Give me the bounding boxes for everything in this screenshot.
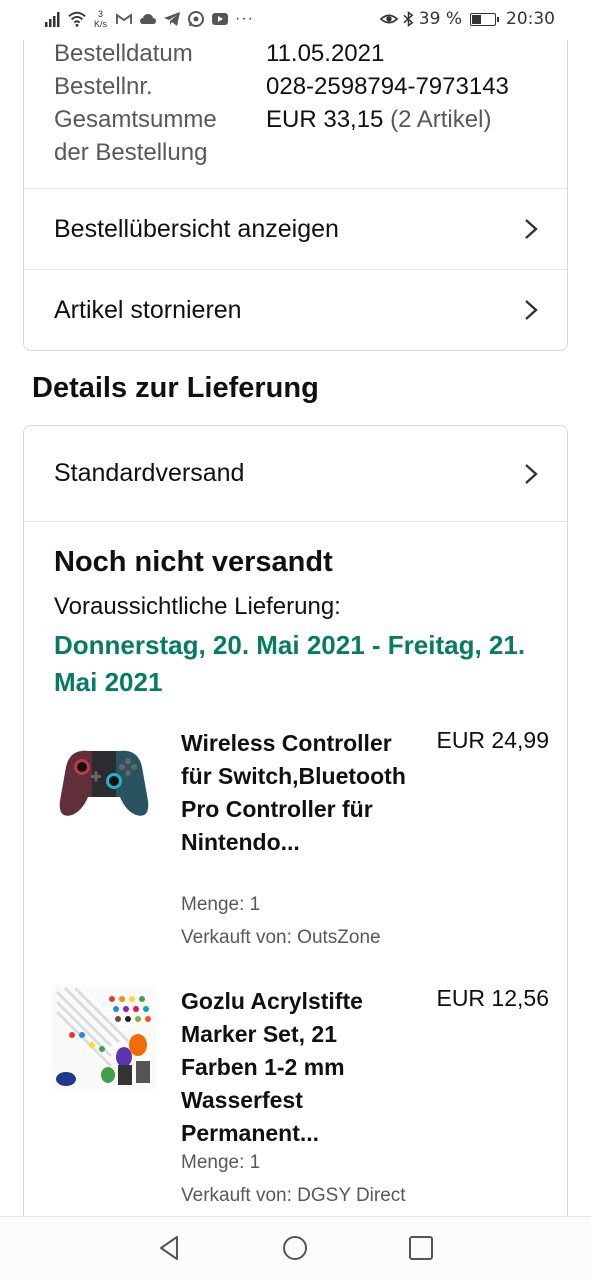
order-total-item-count: (2 Artikel) [390,106,492,133]
order-total-label-line2: der Bestellung [54,139,208,166]
order-date-row: Bestelldatum 11.05.2021 [54,37,509,70]
item-quantity: Menge: 1 [181,894,261,915]
recents-icon[interactable] [406,1233,436,1263]
chevron-right-icon [525,300,538,320]
telegram-icon [164,12,181,26]
status-bar-right: 39 % 20:30 [379,9,555,29]
item-quantity: Menge: 1 [181,1152,261,1173]
cloud-icon [140,14,157,24]
shipment-status: Noch nicht versandt [54,546,333,578]
net-speed-unit: K/s [94,19,108,29]
order-total-row: Gesamtsumme der Bestellung EUR 33,15 (2 … [54,103,509,169]
delivery-card: Standardversand Noch nicht versandt Vora… [23,425,568,1245]
order-number-row: Bestellnr. 028-2598794-7973143 [54,70,509,103]
status-bar-left: 3 K/s ··· [44,9,254,29]
clock: 20:30 [506,9,555,29]
chevron-right-icon [525,463,538,484]
net-speed-value: 3 [98,9,104,19]
eta-dates: Donnerstag, 20. Mai 2021 - Freitag, 21. … [54,630,526,697]
chevron-right-icon [525,219,538,239]
bluetooth-icon [403,11,414,27]
item-title-link[interactable]: Gozlu Acrylstifte Marker Set, 21 Farben … [181,985,416,1150]
shipping-method-label: Standardversand [54,459,245,487]
item-seller: Verkauft von: OutsZone [181,927,381,948]
status-bar: 3 K/s ··· 39 % 20:30 [0,0,591,40]
item-price: EUR 24,99 [436,727,549,753]
gmail-icon [116,13,132,24]
battery-fill [472,14,482,24]
eta-label: Voraussichtliche Lieferung: [54,593,341,620]
order-number-value: 028-2598794-7973143 [266,73,509,100]
eye-icon [379,14,398,24]
cancel-items-label: Artikel stornieren [54,295,242,324]
view-order-summary-link[interactable]: Bestellübersicht anzeigen [24,188,567,269]
order-total-value: EUR 33,15 (2 Artikel) [266,103,491,169]
order-number-label: Bestellnr. [54,73,153,100]
wifi-icon [68,11,86,27]
order-total-amount: EUR 33,15 [266,106,384,133]
order-total-label: Gesamtsumme der Bestellung [54,103,266,169]
home-icon[interactable] [280,1233,310,1263]
marker-set-image[interactable] [52,985,156,1089]
game-controller-image[interactable] [52,727,156,831]
order-date-value: 11.05.2021 [266,40,385,67]
more-notifications-icon: ··· [235,10,254,27]
view-order-summary-label: Bestellübersicht anzeigen [54,214,339,243]
delivery-section-title: Details zur Lieferung [32,372,319,404]
battery-icon [470,12,499,26]
item-price: EUR 12,56 [436,985,549,1011]
item-title-link[interactable]: Wireless Controller für Switch,Bluetooth… [181,727,416,859]
whatsapp-icon [188,11,205,27]
cancel-items-link[interactable]: Artikel stornieren [24,269,567,350]
order-info-grid: Bestelldatum 11.05.2021 Bestellnr. 028-2… [54,37,509,169]
net-speed: 3 K/s [94,9,107,29]
youtube-icon [212,13,229,25]
item-seller: Verkauft von: DGSY Direct [181,1185,406,1206]
signal-icon [45,12,60,27]
order-info-card: Bestelldatum 11.05.2021 Bestellnr. 028-2… [23,0,568,351]
shipping-method-link[interactable]: Standardversand [24,426,567,521]
battery-percent: 39 % [418,9,462,29]
order-total-label-line1: Gesamtsumme [54,106,217,133]
order-date-label: Bestelldatum [54,40,193,67]
system-nav-bar [0,1216,591,1280]
shipment-body: Noch nicht versandt Voraussichtliche Lie… [24,521,567,1206]
back-icon[interactable] [155,1233,185,1263]
